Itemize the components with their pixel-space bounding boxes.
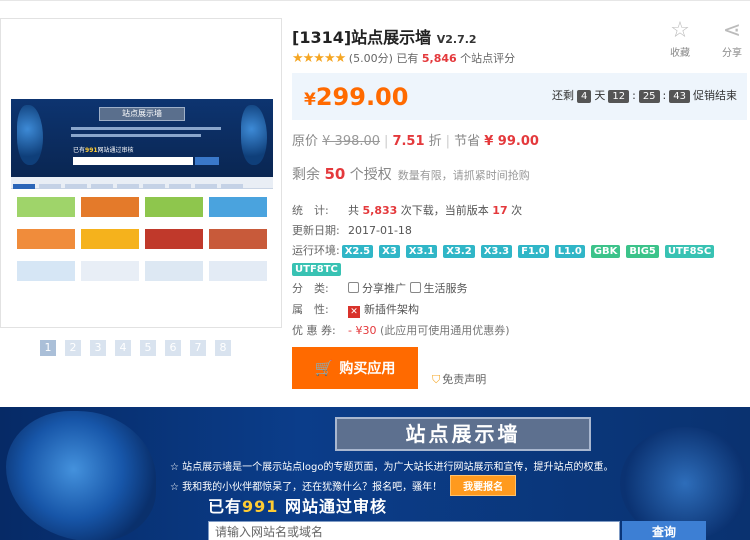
banner-search-input[interactable]: 请输入网站名或域名 xyxy=(208,521,620,540)
shield-icon: ⛉ xyxy=(432,373,441,386)
runtime-env: 运行环境: X2.5 X3 X3.1 X3.2 X3.3 F1.0 L1.0 GBK BIG5 UT… xyxy=(292,242,747,278)
thumb-page-7[interactable]: 7 xyxy=(190,340,206,356)
env-tag: X3.1 xyxy=(405,245,438,258)
product-title: [1314]站点展示墙 V2.7.2 xyxy=(292,28,477,47)
tag-icon xyxy=(348,282,359,293)
tag-icon xyxy=(409,282,421,293)
env-tag: GBK xyxy=(590,245,621,258)
thumb-page-3[interactable]: 3 xyxy=(90,340,106,356)
banner-intro: ☆ 站点展示墙是一个展示站点logo的专题页面，为广大站长进行网站展示和宣传，提… xyxy=(170,462,614,473)
product-screenshot: 站点展示墙 已有991网站通过审核 xyxy=(11,99,273,289)
env-tag: BIG5 xyxy=(626,245,659,258)
attribute-row: 属 性: ✕ 新插件架构 xyxy=(292,303,419,318)
thumb-page-2[interactable]: 2 xyxy=(65,340,81,356)
plugin-icon: ✕ xyxy=(348,306,360,318)
buy-button[interactable]: 🛒 购买应用 xyxy=(292,347,418,389)
env-tag: UTF8SC xyxy=(664,245,715,258)
env-tag: UTF8TC xyxy=(292,263,341,276)
thumbnail-pager: 1 2 3 4 5 6 7 8 xyxy=(40,340,231,356)
coupon-value: - ¥30 xyxy=(348,324,377,337)
stock-row: 剩余 50 个授权 数量有限，请抓紧时间抢购 xyxy=(292,165,530,183)
env-tag: F1.0 xyxy=(518,245,549,258)
env-tag: L1.0 xyxy=(554,245,585,258)
countdown-hours: 12 xyxy=(608,90,630,103)
category-link[interactable]: 生活服务 xyxy=(424,282,468,295)
countdown-minutes: 25 xyxy=(638,90,660,103)
download-count: 5,833 xyxy=(362,204,398,217)
saved-amount: ¥ 99.00 xyxy=(484,134,539,149)
share-icon: ⋖ xyxy=(722,18,742,43)
coupon-row: 优 惠 券: - ¥30 (此应用可使用通用优惠券) xyxy=(292,324,510,337)
top-divider xyxy=(0,0,750,1)
env-tag: X3.3 xyxy=(480,245,513,258)
favorite-button[interactable]: ☆ 收藏 xyxy=(660,18,700,59)
thumb-page-1[interactable]: 1 xyxy=(40,340,56,356)
price-box: ¥299.00 还剩 4 天 12:25:43 促销结束 xyxy=(292,73,747,120)
env-tag: X3 xyxy=(379,245,400,258)
discount: 7.51 xyxy=(392,134,425,149)
thumb-page-5[interactable]: 5 xyxy=(140,340,156,356)
countdown-days: 4 xyxy=(576,90,592,103)
thumb-page-4[interactable]: 4 xyxy=(115,340,131,356)
product-version: V2.7.2 xyxy=(436,33,477,46)
env-tag: X3.2 xyxy=(443,245,475,258)
banner-title: 站点展示墙 xyxy=(335,417,591,451)
env-tag: X2.5 xyxy=(341,245,374,258)
thumb-page-6[interactable]: 6 xyxy=(165,340,181,356)
original-price: ¥ 398.00 xyxy=(322,134,381,149)
share-button[interactable]: ⋖ 分享 xyxy=(712,18,750,59)
disclaimer-link[interactable]: ⛉ 免责声明 xyxy=(432,371,486,387)
banner-count: 已有991 网站通过审核 xyxy=(208,497,388,516)
update-date-row: 更新日期: 2017-01-18 xyxy=(292,224,412,237)
preview-banner: 站点展示墙 ☆ 站点展示墙是一个展示站点logo的专题页面，为广大站长进行网站展… xyxy=(0,407,750,540)
stats-row: 统 计: 共 5,833 次下载，当前版本 17 次 xyxy=(292,204,523,217)
rating-row: ★★★★★ (5.00分) 已有 5,846 个站点评分 xyxy=(292,51,516,66)
product-preview-frame[interactable]: 站点展示墙 已有991网站通过审核 xyxy=(0,18,282,328)
original-price-row: 原价 ¥ 398.00 | 7.51 折 | 节省 ¥ 99.00 xyxy=(292,134,539,149)
dragon-image xyxy=(6,411,156,540)
category-link[interactable]: 分享推广 xyxy=(362,282,406,295)
rating-stars: ★★★★★ xyxy=(292,51,346,66)
countdown-seconds: 43 xyxy=(669,90,690,103)
rating-count: 5,846 xyxy=(421,52,457,65)
current-price: ¥299.00 xyxy=(304,83,409,111)
category-row: 分 类: 分享推广 生活服务 xyxy=(292,282,468,295)
star-outline-icon: ☆ xyxy=(670,18,690,43)
update-date: 2017-01-18 xyxy=(348,224,412,237)
cart-icon: 🛒 xyxy=(314,359,334,377)
stock-count: 50 xyxy=(324,165,346,183)
promo-countdown: 还剩 4 天 12:25:43 促销结束 xyxy=(551,89,737,103)
mini-title: 站点展示墙 xyxy=(99,107,185,121)
mini-count: 已有991网站通过审核 xyxy=(73,147,134,154)
thumb-page-8[interactable]: 8 xyxy=(215,340,231,356)
banner-search-button[interactable]: 查询 xyxy=(622,521,706,540)
apply-button[interactable]: 我要报名 xyxy=(450,475,517,496)
